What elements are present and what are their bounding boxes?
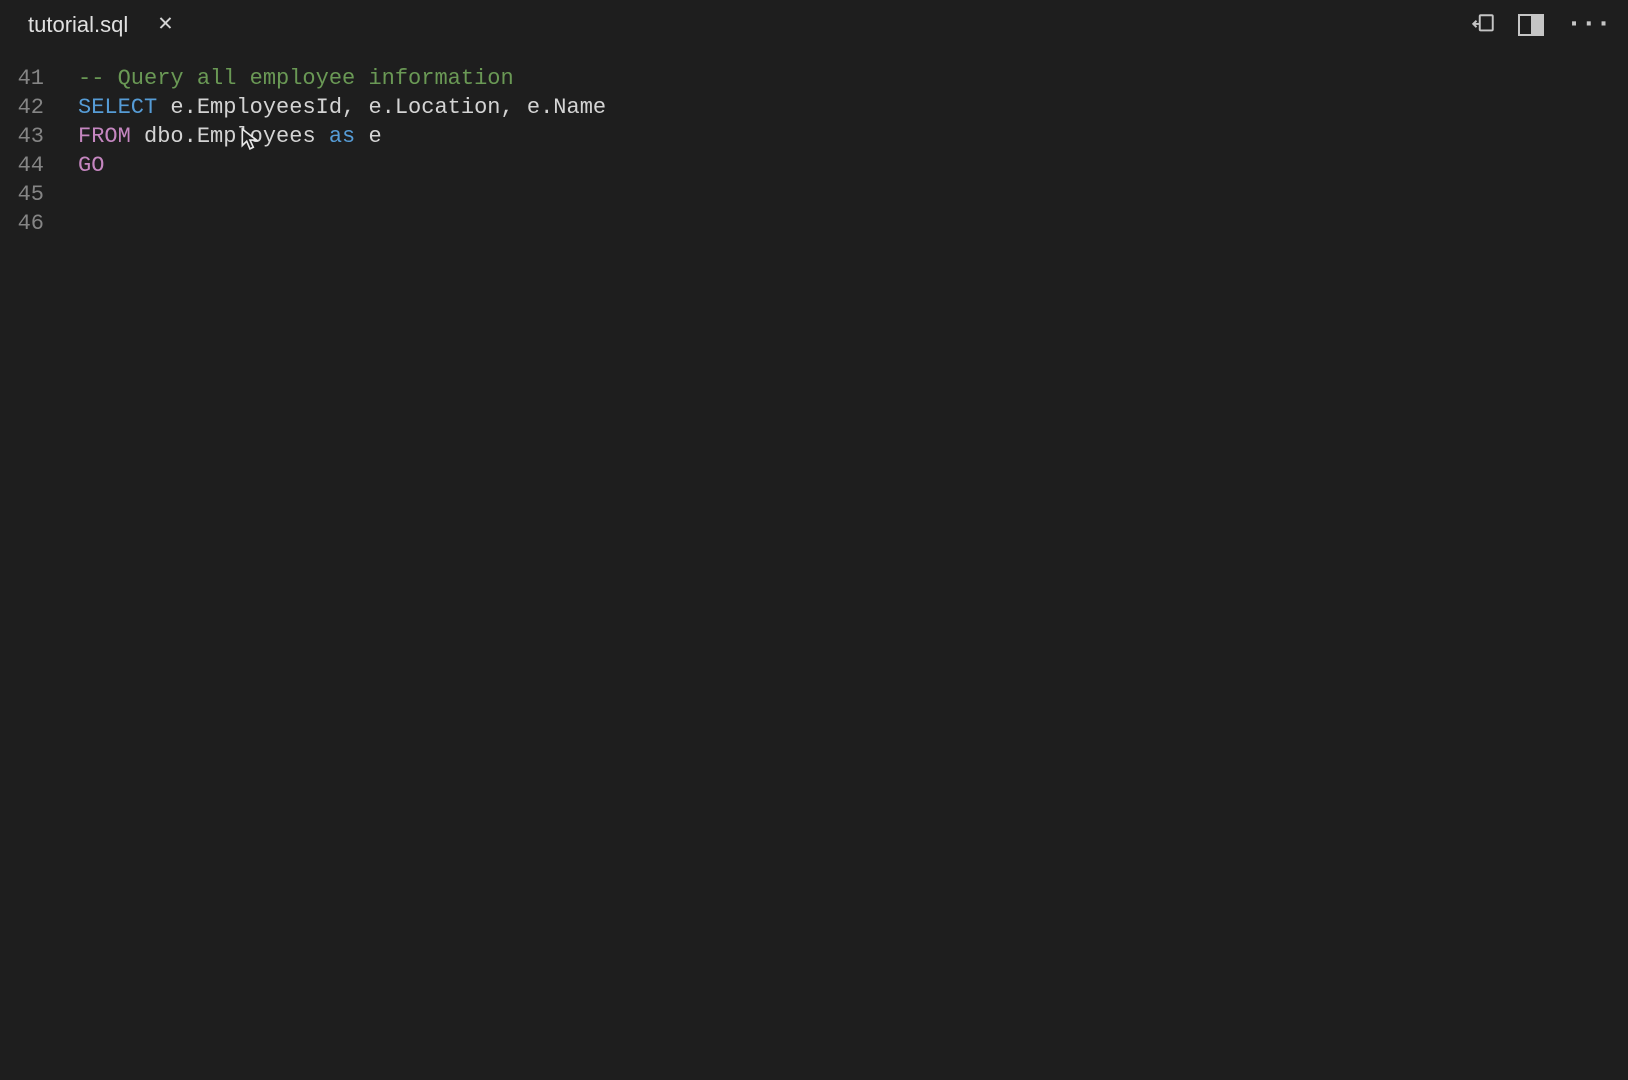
sql-keyword: SELECT xyxy=(78,95,157,120)
line-number: 43 xyxy=(0,122,44,151)
file-tab[interactable]: tutorial.sql ✕ xyxy=(8,0,193,50)
code-area[interactable]: -- Query all employee information SELECT… xyxy=(78,64,1628,238)
line-number: 42 xyxy=(0,93,44,122)
sql-keyword: GO xyxy=(78,153,104,178)
line-number: 45 xyxy=(0,180,44,209)
code-line[interactable]: SELECT e.EmployeesId, e.Location, e.Name xyxy=(78,93,1628,122)
code-line[interactable] xyxy=(78,180,1628,209)
line-number: 46 xyxy=(0,209,44,238)
line-number: 41 xyxy=(0,64,44,93)
split-editor-icon[interactable] xyxy=(1518,14,1544,36)
sql-keyword: as xyxy=(329,124,355,149)
code-line[interactable]: -- Query all employee information xyxy=(78,64,1628,93)
code-line[interactable]: FROM dbo.Employees as e xyxy=(78,122,1628,151)
code-line[interactable]: GO xyxy=(78,151,1628,180)
sql-identifier: dbo.Employees xyxy=(131,124,329,149)
tabs-left: tutorial.sql ✕ xyxy=(8,0,193,50)
sql-identifier: e.EmployeesId, e.Location, e.Name xyxy=(157,95,606,120)
close-icon[interactable]: ✕ xyxy=(152,11,178,39)
tab-bar: tutorial.sql ✕ ··· xyxy=(0,0,1628,50)
sql-keyword: FROM xyxy=(78,124,131,149)
sql-identifier: e xyxy=(355,124,381,149)
editor[interactable]: 41 42 43 44 45 46 -- Query all employee … xyxy=(0,50,1628,238)
line-gutter: 41 42 43 44 45 46 xyxy=(0,64,78,238)
sql-comment: -- Query all employee information xyxy=(78,66,514,91)
editor-actions: ··· xyxy=(1470,11,1620,39)
line-number: 44 xyxy=(0,151,44,180)
code-line[interactable] xyxy=(78,209,1628,238)
more-actions-icon[interactable]: ··· xyxy=(1566,11,1610,39)
open-changes-icon[interactable] xyxy=(1470,12,1496,38)
tab-label: tutorial.sql xyxy=(28,12,128,38)
